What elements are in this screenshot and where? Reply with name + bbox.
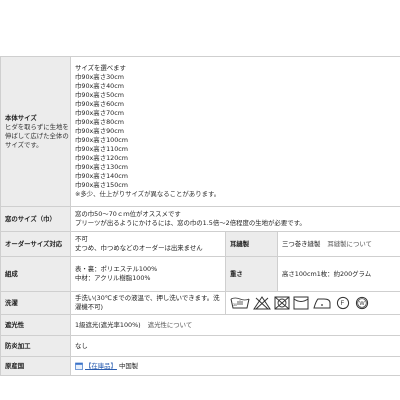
size-option: 巾90x高さ110cm xyxy=(75,145,129,153)
seam-label: 耳縫製 xyxy=(225,231,278,257)
svg-text:30: 30 xyxy=(233,303,237,307)
size-option: 巾90x高さ140cm xyxy=(75,172,129,180)
origin-value-cell: 【在庫品】 中国製 xyxy=(69,356,400,376)
size-option: サイズを選べます xyxy=(75,64,126,72)
blackout-value-cell: 1級遮光(遮光率100%) 遮光性について xyxy=(69,314,400,336)
origin-label: 原産国 xyxy=(0,356,71,376)
blackout-label: 遮光性 xyxy=(0,314,71,336)
row-wash: 洗濯 手洗い(30℃までの液温で、押し洗いできます。洗濯機不可) 30 F W xyxy=(0,291,400,315)
svg-text:W: W xyxy=(359,301,365,307)
size-option: 巾90x高さ50cm xyxy=(75,91,124,99)
origin-text: 中国製 xyxy=(118,361,139,370)
window-size-value-cell: 窓の巾50～70ｃｍ位がオススメです プリーツが出るようにかけるには、窓の巾の1… xyxy=(69,206,400,232)
in-stock-link[interactable]: 【在庫品】 xyxy=(85,362,117,371)
blackout-link[interactable]: 遮光性について xyxy=(148,321,193,329)
composition-value-cell: 表・裏：ポリエステル100% 中材：アクリル樹脂100% xyxy=(70,256,226,292)
size-option: 巾90x高さ100cm xyxy=(75,136,129,144)
seam-value-cell: 三つ巻き縫製 耳縫製について xyxy=(276,231,400,257)
flame-label: 防炎加工 xyxy=(0,335,71,357)
wash-label: 洗濯 xyxy=(0,291,71,315)
row-body-size: 本体サイズ ヒダを取らずに生地を伸ばして広げた全体のサイズです。 サイズを選べま… xyxy=(0,56,400,207)
weight-label: 重さ xyxy=(225,256,278,292)
row-window-size: 窓のサイズ（巾） 窓の巾50～70ｃｍ位がオススメです プリーツが出るようにかけ… xyxy=(0,206,400,232)
row-flame: 防炎加工 なし xyxy=(0,335,400,357)
size-option: 巾90x高さ130cm xyxy=(75,163,129,171)
size-list: サイズを選べます 巾90x高さ30cm 巾90x高さ40cm 巾90x高さ50c… xyxy=(75,64,400,199)
body-size-label-cell: 本体サイズ ヒダを取らずに生地を伸ばして広げた全体のサイズです。 xyxy=(0,56,71,207)
tumble-dry-icon xyxy=(274,296,290,310)
order-line1: 不可 xyxy=(75,235,88,243)
composition-line1: 表・裏：ポリエステル100% xyxy=(75,265,158,273)
seam-link[interactable]: 耳縫製について xyxy=(327,240,372,248)
svg-text:F: F xyxy=(341,301,345,307)
row-order: オーダーサイズ対応 不可 丈つめ、巾つめなどのオーダーは出来ません 耳縫製 三つ… xyxy=(0,231,400,257)
body-size-value-cell: サイズを選べます 巾90x高さ30cm 巾90x高さ40cm 巾90x高さ50c… xyxy=(69,56,400,207)
wash-icons-cell: 30 F W xyxy=(224,291,400,315)
window-size-label: 窓のサイズ（巾） xyxy=(0,206,71,232)
size-option: 巾90x高さ30cm xyxy=(75,73,124,81)
window-size-line1: 窓の巾50～70ｃｍ位がオススメです xyxy=(75,210,181,218)
order-value-cell: 不可 丈つめ、巾つめなどのオーダーは出来ません xyxy=(70,231,226,257)
row-origin: 原産国 【在庫品】 中国製 xyxy=(0,356,400,376)
order-label: オーダーサイズ対応 xyxy=(0,231,71,257)
window-size-line2: プリーツが出るようにかけるには、窓の巾の1.5倍～2倍程度の生地が必要です。 xyxy=(75,219,306,227)
calendar-icon xyxy=(75,362,83,370)
size-note: ※多少、仕上がりサイズが異なることがあります。 xyxy=(75,190,221,198)
product-spec-table: 本体サイズ ヒダを取らずに生地を伸ばして広げた全体のサイズです。 サイズを選べま… xyxy=(0,56,400,376)
row-blackout: 遮光性 1級遮光(遮光率100%) 遮光性について xyxy=(0,314,400,336)
size-option: 巾90x高さ40cm xyxy=(75,82,124,90)
iron-icon xyxy=(313,298,331,309)
size-option: 巾90x高さ150cm xyxy=(75,181,129,189)
dry-clean-icon: F xyxy=(336,296,350,310)
seam-value: 三つ巻き縫製 xyxy=(282,239,321,248)
hand-wash-icon: 30 xyxy=(230,297,250,309)
weight-value: 高さ100cm1枚：約200グラム xyxy=(276,256,400,292)
flame-text: なし xyxy=(69,335,400,357)
size-option: 巾90x高さ70cm xyxy=(75,109,124,117)
body-size-sublabel: ヒダを取らずに生地を伸ばして広げた全体のサイズです。 xyxy=(5,122,69,149)
wash-text: 手洗い(30℃までの液温で、押し洗いできます。洗濯機不可) xyxy=(70,291,226,315)
origin-row: 【在庫品】 中国製 xyxy=(75,362,400,371)
wet-clean-icon: W xyxy=(355,296,369,310)
care-icons: 30 F W xyxy=(230,296,400,310)
size-option: 巾90x高さ90cm xyxy=(75,127,124,135)
size-option: 巾90x高さ80cm xyxy=(75,118,124,126)
composition-label: 組成 xyxy=(0,256,71,292)
order-line2: 丈つめ、巾つめなどのオーダーは出来ません xyxy=(75,244,203,252)
no-bleach-icon xyxy=(253,296,271,310)
composition-line2: 中材：アクリル樹脂100% xyxy=(75,274,151,282)
row-composition: 組成 表・裏：ポリエステル100% 中材：アクリル樹脂100% 重さ 高さ100… xyxy=(0,256,400,292)
line-dry-icon xyxy=(293,296,309,310)
size-option: 巾90x高さ120cm xyxy=(75,154,129,162)
size-option: 巾90x高さ60cm xyxy=(75,100,124,108)
body-size-label: 本体サイズ xyxy=(5,113,37,122)
blackout-text: 1級遮光(遮光率100%) xyxy=(75,320,141,329)
